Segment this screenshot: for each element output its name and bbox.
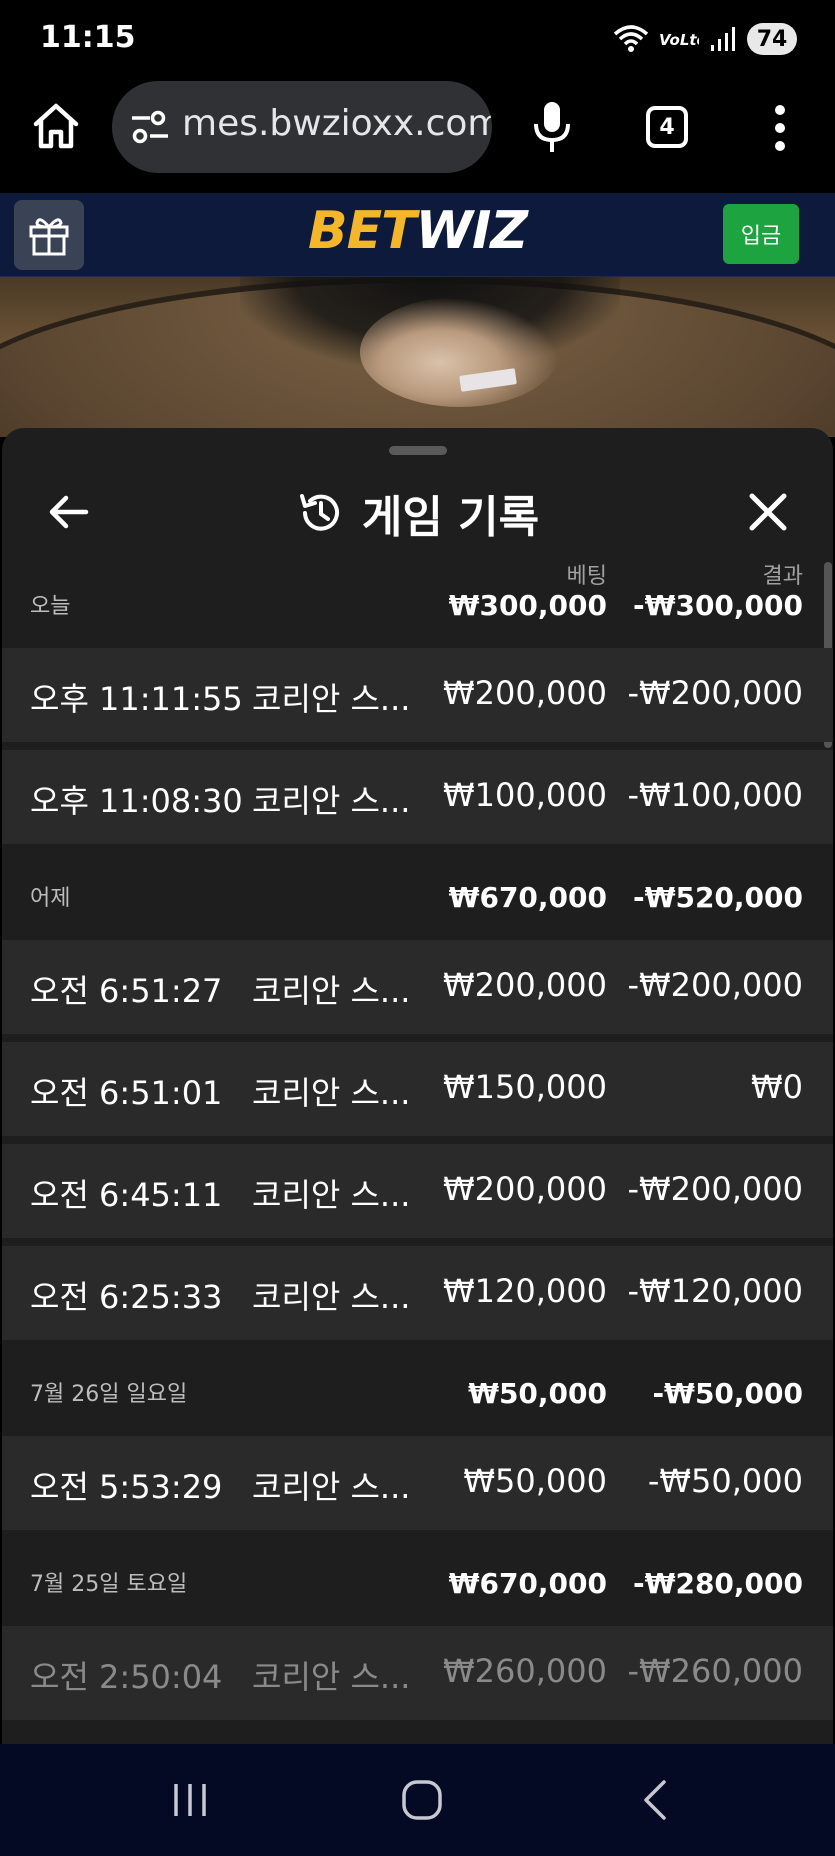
row-time: 오전 6:45:11 (30, 1176, 223, 1214)
row-result: -₩50,000 (647, 1462, 803, 1500)
live-video-feed (0, 277, 835, 437)
row-result: ₩0 (751, 1068, 803, 1106)
history-row[interactable]: 오전 6:51:27 코리안 스... ₩200,000 -₩200,000 (2, 940, 833, 1034)
volte-icon: VoLte (659, 31, 699, 49)
row-time: 오전 6:51:01 (30, 1074, 223, 1112)
row-game: 코리안 스... (252, 1176, 411, 1214)
more-options-icon[interactable] (765, 100, 795, 156)
address-bar[interactable]: mes.bwzioxx.com (112, 81, 492, 173)
row-game: 코리안 스... (252, 1658, 411, 1696)
group-bet-total: ₩300,000 (448, 589, 607, 622)
logo-bet-text: BET (308, 201, 417, 261)
history-icon (299, 494, 339, 531)
row-result: -₩200,000 (627, 1170, 803, 1208)
row-bet: ₩50,000 (463, 1462, 607, 1500)
row-result: -₩120,000 (627, 1272, 803, 1310)
browser-toolbar: mes.bwzioxx.com 4 (0, 78, 835, 193)
dealer-hands (360, 297, 560, 407)
row-game: 코리안 스... (252, 782, 411, 820)
sheet-title-wrap: 게임 기록 (2, 468, 833, 558)
history-row[interactable]: 오전 6:51:01 코리안 스... ₩150,000 ₩0 (2, 1042, 833, 1136)
history-row[interactable]: 오후 11:11:55 코리안 스... ₩200,000 -₩200,000 (2, 648, 833, 742)
group-bet-total: ₩670,000 (448, 1567, 607, 1600)
recent-apps-icon[interactable] (170, 1780, 210, 1820)
row-time: 오전 6:25:33 (30, 1278, 223, 1316)
home-nav-icon[interactable] (400, 1778, 444, 1822)
row-bet: ₩150,000 (443, 1068, 607, 1106)
group-bet-total: ₩670,000 (448, 881, 607, 914)
wifi-icon (613, 25, 649, 52)
row-bet: ₩200,000 (443, 1170, 607, 1208)
status-time: 11:15 (40, 20, 136, 55)
row-bet: ₩120,000 (443, 1272, 607, 1310)
row-bet: ₩260,000 (443, 1652, 607, 1690)
row-bet: ₩100,000 (443, 776, 607, 814)
row-result: -₩100,000 (627, 776, 803, 814)
svg-text:VoLte: VoLte (659, 31, 699, 49)
row-game: 코리안 스... (252, 1074, 411, 1112)
history-row[interactable]: 오전 6:25:33 코리안 스... ₩120,000 -₩120,000 (2, 1246, 833, 1340)
logo-wiz-text: WIZ (415, 201, 528, 261)
system-navigation-bar (0, 1744, 835, 1856)
group-header-yesterday: 어제 ₩670,000 -₩520,000 (2, 872, 833, 918)
group-result-total: -₩50,000 (652, 1377, 803, 1410)
row-bet: ₩200,000 (443, 674, 607, 712)
home-icon[interactable] (30, 100, 82, 152)
group-result-total: -₩280,000 (632, 1567, 803, 1600)
row-bet: ₩200,000 (443, 966, 607, 1004)
history-row[interactable]: 오전 5:53:29 코리안 스... ₩50,000 -₩50,000 (2, 1436, 833, 1530)
betwiz-logo[interactable]: BETWIZ (308, 205, 528, 257)
group-date-label: 7월 25일 토요일 (30, 1572, 188, 1597)
group-date-label: 어제 (30, 886, 71, 911)
sheet-header: 게임 기록 (2, 468, 833, 558)
game-history-sheet: 게임 기록 베팅 결과 오늘 ₩300,000 -₩300,000 오후 11:… (2, 428, 833, 1744)
group-result-total: -₩520,000 (632, 881, 803, 914)
signal-icon (711, 27, 735, 51)
row-time: 오전 6:51:27 (30, 972, 223, 1010)
gift-icon (29, 218, 69, 256)
group-result-total: -₩300,000 (632, 589, 803, 622)
row-game: 코리안 스... (252, 1468, 411, 1506)
group-date-label: 7월 26일 일요일 (30, 1382, 188, 1407)
microphone-icon[interactable] (530, 100, 574, 156)
row-time: 오전 5:53:29 (30, 1468, 223, 1506)
group-header-jul-26: 7월 26일 일요일 ₩50,000 -₩50,000 (2, 1368, 833, 1414)
back-nav-icon[interactable] (638, 1778, 674, 1822)
group-date-label: 오늘 (30, 594, 71, 619)
history-row[interactable]: 오전 2:50:04 코리안 스... ₩260,000 -₩260,000 (2, 1626, 833, 1720)
row-result: -₩200,000 (627, 674, 803, 712)
row-time: 오후 11:11:55 (30, 680, 243, 718)
site-header: BETWIZ 입금 (0, 193, 835, 277)
row-game: 코리안 스... (252, 680, 411, 718)
row-game: 코리안 스... (252, 972, 411, 1010)
back-arrow-icon[interactable] (46, 490, 90, 534)
deposit-button[interactable]: 입금 (723, 204, 799, 264)
url-text: mes.bwzioxx.com (182, 103, 492, 144)
history-row[interactable]: 오후 11:08:30 코리안 스... ₩100,000 -₩100,000 (2, 750, 833, 844)
row-time: 오후 11:08:30 (30, 782, 243, 820)
row-time: 오전 2:50:04 (30, 1658, 223, 1696)
site-settings-icon[interactable] (130, 109, 170, 145)
status-icons: VoLte 74 (613, 20, 797, 58)
status-bar: 11:15 VoLte 74 (0, 0, 835, 78)
close-icon[interactable] (746, 490, 790, 534)
group-bet-total: ₩50,000 (468, 1377, 607, 1410)
sheet-title: 게임 기록 (361, 492, 540, 543)
history-row[interactable]: 오전 6:45:11 코리안 스... ₩200,000 -₩200,000 (2, 1144, 833, 1238)
row-result: -₩260,000 (627, 1652, 803, 1690)
row-game: 코리안 스... (252, 1278, 411, 1316)
row-result: -₩200,000 (627, 966, 803, 1004)
battery-indicator: 74 (747, 23, 797, 55)
group-header-today: 오늘 ₩300,000 -₩300,000 (2, 580, 833, 626)
tab-switcher-button[interactable]: 4 (646, 106, 688, 148)
group-header-jul-25: 7월 25일 토요일 ₩670,000 -₩280,000 (2, 1558, 833, 1604)
gift-button[interactable] (14, 200, 84, 270)
sheet-drag-handle[interactable] (389, 446, 447, 455)
